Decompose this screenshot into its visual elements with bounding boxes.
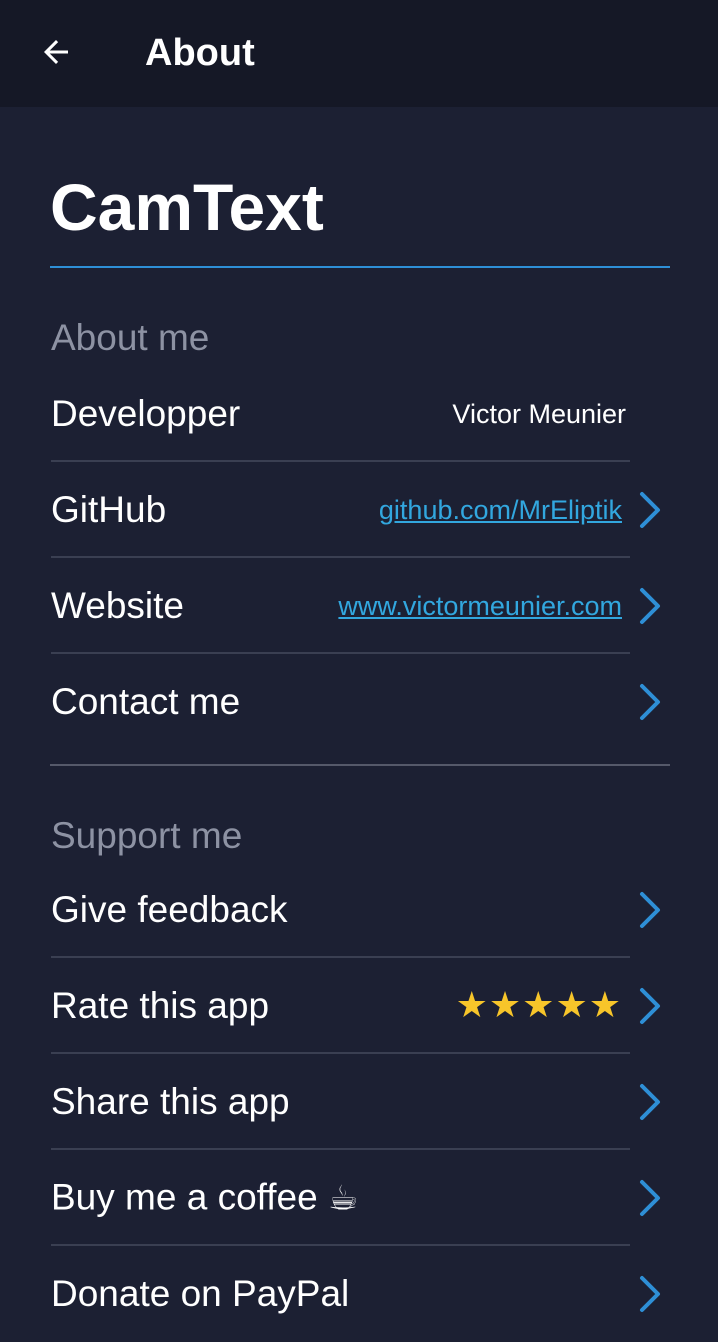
row-contact[interactable]: Contact me [51, 654, 670, 750]
section-divider [50, 764, 670, 766]
row-rate-app[interactable]: Rate this app ★★★★★ [51, 958, 670, 1054]
chevron-right-icon [640, 684, 660, 720]
github-link[interactable]: github.com/MrEliptik [379, 494, 622, 526]
arrow-left-icon [44, 40, 68, 64]
app-name-heading: CamText [50, 170, 324, 244]
row-label: Donate on PayPal [51, 1273, 350, 1314]
row-label: Website [51, 585, 184, 626]
row-label: Contact me [51, 681, 241, 722]
row-label-text: Buy me a coffee [51, 1176, 318, 1218]
row-label: Share this app [51, 1081, 290, 1122]
row-website[interactable]: Website www.victormeunier.com [51, 558, 670, 654]
section-header-about: About me [51, 317, 210, 358]
section-header-support: Support me [51, 815, 243, 856]
row-donate-paypal[interactable]: Donate on PayPal [51, 1246, 670, 1342]
chevron-right-icon [640, 588, 660, 624]
app-bar: About [0, 0, 718, 107]
row-github[interactable]: GitHub github.com/MrEliptik [51, 462, 670, 558]
row-label: GitHub [51, 489, 167, 530]
row-buy-coffee[interactable]: Buy me a coffee ☕ [51, 1150, 670, 1246]
developer-name: Victor Meunier [452, 399, 626, 429]
rating-stars: ★★★★★ [455, 985, 622, 1026]
row-label: Give feedback [51, 889, 288, 930]
back-button[interactable] [32, 28, 80, 76]
title-underline [50, 266, 670, 268]
chevron-right-icon [640, 1084, 660, 1120]
row-label: Rate this app [51, 985, 270, 1026]
row-share-app[interactable]: Share this app [51, 1054, 670, 1150]
chevron-right-icon [640, 1276, 660, 1312]
row-label: Buy me a coffee ☕ [51, 1176, 358, 1221]
chevron-right-icon [640, 1180, 660, 1216]
website-link[interactable]: www.victormeunier.com [338, 590, 622, 622]
page-title: About [145, 32, 255, 74]
coffee-icon: ☕ [327, 1178, 359, 1219]
row-label: Developper [51, 393, 241, 434]
chevron-right-icon [640, 492, 660, 528]
chevron-right-icon [640, 988, 660, 1024]
row-developer: Developper Victor Meunier [51, 366, 670, 462]
row-give-feedback[interactable]: Give feedback [51, 862, 670, 958]
chevron-right-icon [640, 892, 660, 928]
